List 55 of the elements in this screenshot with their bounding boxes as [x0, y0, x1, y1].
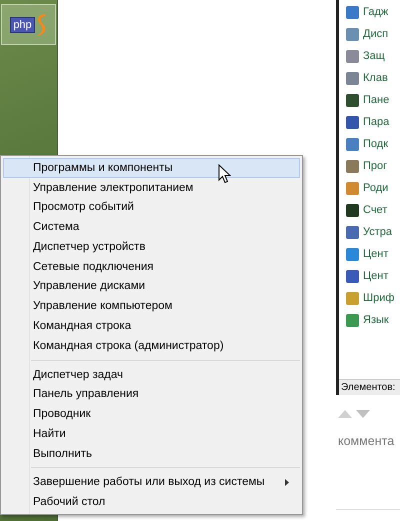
item-icon — [346, 94, 359, 106]
item-label[interactable]: Язык — [363, 314, 389, 326]
status-bar: Элементов: — [339, 379, 400, 395]
menu-item[interactable]: Программы и компоненты — [3, 158, 300, 178]
item-label[interactable]: Устра — [363, 226, 392, 238]
menu-item[interactable]: Диспетчер задач — [3, 364, 300, 384]
menu-item[interactable]: Командная строка — [3, 316, 300, 336]
app-tile[interactable]: php — [1, 4, 56, 45]
menu-item[interactable]: Просмотр событий — [3, 198, 300, 218]
item-icon — [346, 182, 359, 194]
menu-item[interactable]: Найти — [3, 424, 300, 444]
item-icon — [346, 138, 359, 150]
menu-item[interactable]: Выполнить — [3, 444, 300, 464]
item-icon — [346, 160, 359, 172]
menu-item[interactable]: Рабочий стол — [3, 492, 300, 512]
item-icon — [346, 28, 359, 40]
item-label[interactable]: Клав — [363, 72, 388, 84]
item-label[interactable]: Роди — [363, 182, 388, 194]
item-icon — [346, 116, 359, 128]
app-logo-text: php — [10, 16, 35, 32]
item-label[interactable]: Прог — [363, 160, 388, 172]
item-label[interactable]: Защ — [363, 50, 385, 62]
menu-item[interactable]: Панель управления — [3, 384, 300, 404]
item-icon — [346, 248, 359, 260]
item-icon — [346, 292, 359, 304]
menu-item[interactable]: Управление компьютером — [3, 296, 300, 316]
item-label[interactable]: Цент — [363, 248, 388, 260]
item-label[interactable]: Дисп — [363, 28, 388, 40]
item-label[interactable]: Гадж — [363, 6, 388, 18]
item-label[interactable]: Пара — [363, 116, 390, 128]
item-label[interactable]: Цент — [363, 270, 388, 282]
menu-item[interactable]: Проводник — [3, 404, 300, 424]
comments-heading: коммента — [337, 434, 396, 448]
mouse-cursor-icon — [218, 164, 231, 184]
item-icon — [346, 72, 359, 84]
item-icon — [346, 226, 359, 238]
item-icon — [346, 6, 359, 18]
s-shape-icon — [34, 12, 47, 36]
menu-item[interactable]: Диспетчер устройств — [3, 237, 300, 257]
item-icon — [346, 270, 359, 282]
item-icon — [346, 50, 359, 62]
menu-item[interactable]: Система — [3, 217, 300, 238]
item-label[interactable]: Пане — [363, 94, 390, 106]
item-label[interactable]: Счет — [363, 204, 388, 216]
menu-item[interactable]: Командная строка (администратор) — [3, 336, 300, 356]
item-label[interactable]: Подк — [363, 138, 388, 150]
menu-item[interactable]: Сетевые подключения — [3, 256, 300, 277]
vote-up-icon[interactable] — [338, 410, 352, 418]
item-label[interactable]: Шриф — [363, 292, 394, 304]
menu-item[interactable]: Управление электропитанием — [3, 178, 300, 198]
item-icon — [346, 204, 359, 216]
menu-item[interactable]: Управление дисками — [3, 276, 300, 296]
menu-item[interactable]: Завершение работы или выход из системы — [3, 472, 300, 492]
vote-down-icon[interactable] — [356, 410, 370, 418]
item-icon — [346, 314, 359, 326]
